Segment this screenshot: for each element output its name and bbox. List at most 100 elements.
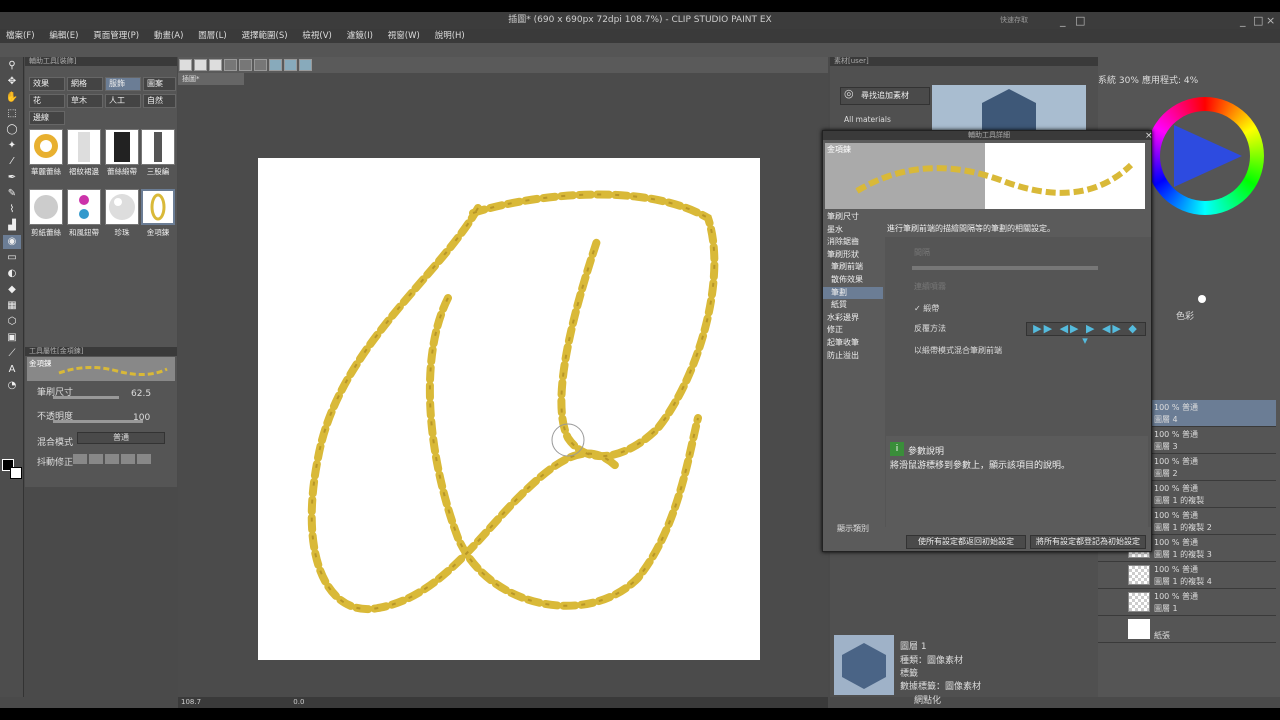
redo-button[interactable] [239, 59, 252, 71]
select-icon[interactable]: ⬚ [3, 107, 21, 121]
category-item[interactable]: 修正 [823, 324, 883, 337]
side-maximize-button[interactable]: □ [1075, 12, 1085, 29]
menu-layer[interactable]: 圖層(L) [192, 29, 232, 43]
paper-layer-row[interactable]: 紙張 [1098, 616, 1276, 643]
opacity-slider[interactable] [53, 420, 143, 423]
open-file-button[interactable] [194, 59, 207, 71]
category-item[interactable]: 墨水 [823, 224, 883, 237]
category-item[interactable]: 筆刷尺寸 [823, 211, 883, 224]
menu-file[interactable]: 檔案(F) [0, 29, 41, 43]
menu-filter[interactable]: 濾鏡(I) [341, 29, 379, 43]
repeat-method-buttons[interactable]: ▶▶ ◀▶ ▶ ◀▶ ◆ ▾ [1026, 322, 1146, 347]
menu-view[interactable]: 檢視(V) [296, 29, 337, 43]
new-file-button[interactable] [179, 59, 192, 71]
param-interval[interactable]: 間隔 [884, 244, 1146, 262]
menu-help[interactable]: 說明(H) [429, 29, 471, 43]
param-ribbon[interactable]: ✓ 緞帶 [884, 300, 1146, 318]
figure-icon[interactable]: ⬡ [3, 315, 21, 329]
category-item[interactable]: 防止溢出 [823, 350, 883, 363]
color-tab-app[interactable]: 應用程式: 4% [1142, 73, 1198, 86]
tab-edge[interactable]: 邊線 [29, 111, 65, 125]
tab-nature[interactable]: 自然 [143, 94, 176, 108]
layer-row[interactable]: 100 % 普通 圖層 1 [1098, 589, 1276, 616]
tab-artificial[interactable]: 人工 [105, 94, 141, 108]
move-icon[interactable]: ✥ [3, 75, 21, 89]
zoom-icon[interactable]: ⚲ [3, 59, 21, 73]
brush-gold-chain-thumb[interactable] [141, 189, 175, 225]
brush-frill-thumb[interactable] [67, 129, 101, 165]
eraser-icon[interactable]: ▭ [3, 251, 21, 265]
tab-plants[interactable]: 草木 [67, 94, 103, 108]
balloon-icon[interactable]: ◔ [3, 379, 21, 393]
close-button[interactable]: × [1266, 12, 1275, 29]
tab-effect[interactable]: 效果 [29, 77, 65, 91]
material-tree-item[interactable]: All materials [844, 115, 891, 124]
category-item[interactable]: 起筆收筆 [823, 337, 883, 350]
airbrush-icon[interactable]: ▟ [3, 219, 21, 233]
brush-braid-thumb[interactable] [141, 129, 175, 165]
angle-readout[interactable]: 0.0 [293, 698, 304, 706]
ruler-button[interactable] [299, 59, 312, 71]
maximize-button[interactable]: □ [1253, 12, 1263, 29]
clear-button[interactable] [254, 59, 267, 71]
transform-button[interactable] [269, 59, 282, 71]
drawing-canvas[interactable] [258, 158, 760, 660]
menu-animation[interactable]: 動畫(A) [148, 29, 189, 43]
material-tab[interactable]: 素材[user] [830, 57, 1098, 66]
show-category-checkbox[interactable]: 顯示類別 [837, 523, 869, 534]
brush-japanese-ribbon-thumb[interactable] [67, 189, 101, 225]
brush-icon[interactable]: ⌇ [3, 203, 21, 217]
document-tab[interactable]: 插圖* [178, 73, 244, 85]
dialog-close-icon[interactable]: × [1145, 131, 1153, 141]
color-tab-system[interactable]: 系統 30% [1098, 73, 1139, 86]
layer-row[interactable]: 100 % 普通 圖層 1 的複製 4 [1098, 562, 1276, 589]
wand-icon[interactable]: ✦ [3, 139, 21, 153]
sub-color-swatch[interactable] [10, 467, 22, 479]
fill-icon[interactable]: ◆ [3, 283, 21, 297]
minimize-button[interactable]: _ [1240, 12, 1246, 29]
stabilization-bar[interactable] [73, 454, 153, 464]
side-minimize-button[interactable]: _ [1060, 12, 1066, 29]
category-item[interactable]: 水彩邊界 [823, 312, 883, 325]
reset-all-button[interactable]: 使所有設定都返回初始設定 [906, 535, 1026, 549]
category-item[interactable]: 消除鋸齒 [823, 236, 883, 249]
category-item[interactable]: 筆刷前端 [823, 261, 883, 274]
gradient-icon[interactable]: ▦ [3, 299, 21, 313]
menu-edit[interactable]: 編輯(E) [43, 29, 84, 43]
tab-grid[interactable]: 網格 [67, 77, 103, 91]
pen-icon[interactable]: ✒ [3, 171, 21, 185]
menu-select[interactable]: 選擇範圍(S) [236, 29, 294, 43]
ruler-icon[interactable]: ⟋ [3, 347, 21, 361]
undo-button[interactable] [224, 59, 237, 71]
brush-size-value[interactable]: 62.5 [131, 389, 151, 399]
brush-paper-lace-thumb[interactable] [29, 189, 63, 225]
brush-pearl-thumb[interactable] [105, 189, 139, 225]
frame-icon[interactable]: ▣ [3, 331, 21, 345]
tab-clothing[interactable]: 服飾 [105, 77, 141, 91]
lasso-icon[interactable]: ◯ [3, 123, 21, 137]
category-item[interactable]: 散佈效果 [823, 274, 883, 287]
hand-icon[interactable]: ✋ [3, 91, 21, 105]
param-ribbon-blend[interactable]: 以緞帶模式混合筆刷前端 [884, 342, 1146, 360]
screentone-checkbox[interactable]: 網點化 [914, 693, 941, 706]
snap-button[interactable] [284, 59, 297, 71]
menu-page[interactable]: 頁面管理(P) [87, 29, 145, 43]
tab-pattern[interactable]: 圖案 [143, 77, 176, 91]
interval-slider[interactable] [912, 266, 1098, 270]
draw-color-white[interactable] [1198, 295, 1206, 303]
save-default-button[interactable]: 將所有設定都登記為初始設定 [1030, 535, 1146, 549]
color-set-label[interactable]: 色彩 [1176, 309, 1194, 322]
save-button[interactable] [209, 59, 222, 71]
brush-lace-ribbon-thumb[interactable] [105, 129, 139, 165]
eyedropper-icon[interactable]: ⁄ [3, 155, 21, 169]
material-thumbnail[interactable] [932, 85, 1086, 133]
brush-size-slider[interactable] [53, 396, 119, 399]
text-icon[interactable]: A [3, 363, 21, 377]
brush-lace-thumb[interactable] [29, 129, 63, 165]
zoom-readout[interactable]: 108.7 [181, 698, 201, 706]
category-item[interactable]: 紙質 [823, 299, 883, 312]
category-item-selected[interactable]: 筆劃 [823, 286, 883, 300]
category-item[interactable]: 筆刷形狀 [823, 249, 883, 262]
tab-flower[interactable]: 花 [29, 94, 65, 108]
color-wheel[interactable] [1146, 97, 1264, 215]
